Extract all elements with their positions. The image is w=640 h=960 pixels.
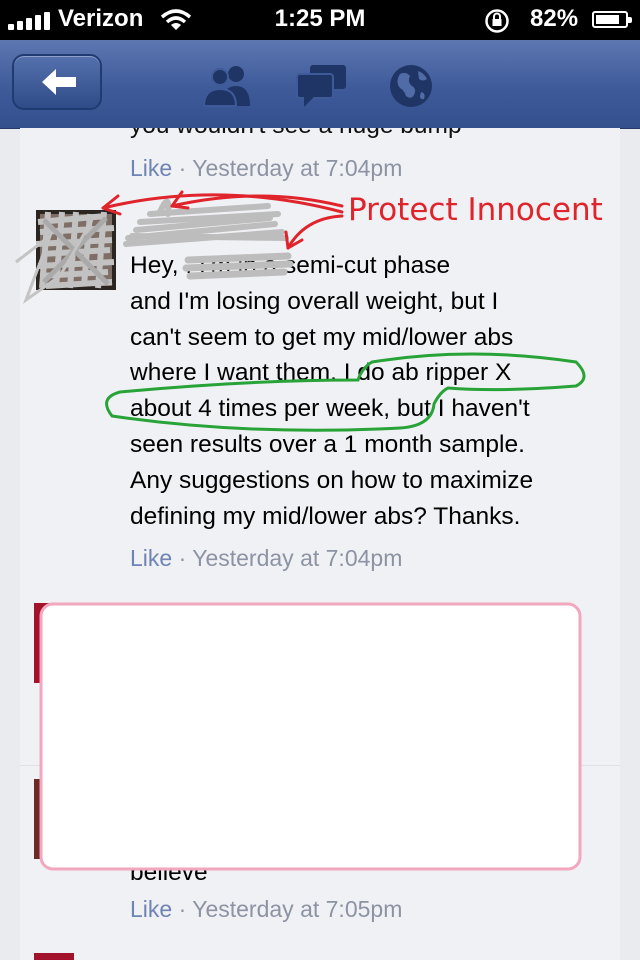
comments-feed: you wouldn't see a huge bump Like · Yest… xyxy=(20,128,620,960)
friends-icon[interactable] xyxy=(200,62,256,108)
battery-icon xyxy=(592,11,632,28)
comment-body: Hey, . I'm in a semi-cut phase and I'm l… xyxy=(130,248,610,534)
comment-meta: Like · Yesterday at 7:04pm xyxy=(130,155,402,182)
divider xyxy=(20,765,620,766)
comment-item: believe Like · Yesterday at 7:05pm xyxy=(20,587,620,940)
messages-icon[interactable] xyxy=(294,62,350,108)
redacted-avatar-scribble xyxy=(35,210,116,290)
comment-item xyxy=(20,939,620,960)
comment-line: can't seem to get my mid/lower abs xyxy=(130,323,514,351)
rotation-lock-icon xyxy=(485,9,509,33)
back-arrow-icon xyxy=(42,69,76,95)
back-button[interactable] xyxy=(12,54,102,110)
comment-line: defining my mid/lower abs? Thanks. xyxy=(130,502,521,530)
like-link[interactable]: Like xyxy=(130,896,172,922)
avatar xyxy=(34,779,74,859)
comment-text-partial: believe xyxy=(130,859,208,886)
meta-separator: · xyxy=(172,896,193,922)
notifications-globe-icon[interactable] xyxy=(386,62,436,110)
comment-line: seen results over a 1 month sample. xyxy=(130,430,525,458)
avatar xyxy=(34,603,74,683)
comment-timestamp: Yesterday at 7:04pm xyxy=(192,155,403,181)
comment-timestamp: Yesterday at 7:04pm xyxy=(192,545,403,571)
avatar xyxy=(34,953,74,960)
comment-item: you wouldn't see a huge bump Like · Yest… xyxy=(20,128,620,197)
comment-text-partial: you wouldn't see a huge bump xyxy=(130,128,610,144)
comment-meta: Like · Yesterday at 7:05pm xyxy=(130,896,402,923)
comment-line: Hey, . I'm in a semi-cut phase xyxy=(130,252,451,279)
status-bar: Verizon 1:25 PM 82% xyxy=(0,0,640,40)
like-link[interactable]: Like xyxy=(130,545,172,571)
battery-percent: 82% xyxy=(530,5,579,32)
meta-separator: · xyxy=(172,545,193,571)
comment-line: about 4 times per week, but I haven't xyxy=(130,395,530,423)
redacted-avatar xyxy=(35,210,116,290)
comment-timestamp: Yesterday at 7:05pm xyxy=(192,896,403,922)
navigation-bar xyxy=(0,40,640,129)
comment-item: Hey, . I'm in a semi-cut phase and I'm l… xyxy=(20,196,620,588)
comment-meta: Like · Yesterday at 7:04pm xyxy=(130,545,402,572)
comment-line: where I want them. I do ab ripper X xyxy=(130,359,512,387)
like-link[interactable]: Like xyxy=(130,155,172,181)
comment-line: and I'm losing overall weight, but I xyxy=(130,287,499,315)
comment-line: Any suggestions on how to maximize xyxy=(130,466,534,494)
meta-separator: · xyxy=(172,155,193,181)
